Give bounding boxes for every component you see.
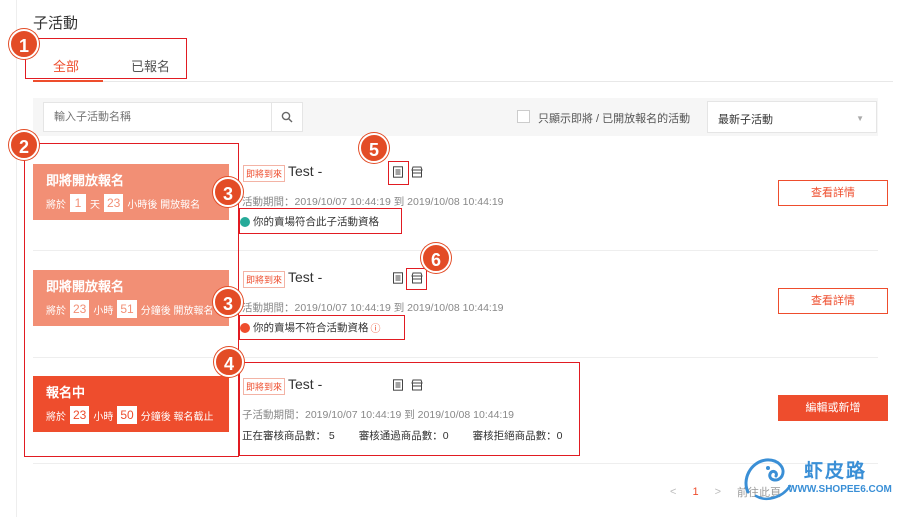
annotation-badge: 1 xyxy=(9,29,39,59)
annotation-badge: 6 xyxy=(421,243,451,273)
activity-name: Test - xyxy=(288,269,323,285)
sort-select-value: 最新子活動 xyxy=(718,114,773,126)
activity-period: 活動期間：2019/10/07 10:44:19 到 2019/10/08 10… xyxy=(242,196,504,208)
watermark-title: 虾皮路 xyxy=(804,461,868,482)
annotation-box xyxy=(388,161,409,185)
annotation-box xyxy=(239,362,580,456)
upcoming-only-checkbox[interactable] xyxy=(517,110,530,123)
dragon-logo-icon xyxy=(744,458,792,500)
upcoming-tag: 即將到來 xyxy=(243,165,286,182)
edit-or-add-button[interactable]: 編輯或新增 xyxy=(778,395,888,421)
annotation-badge: 5 xyxy=(359,133,389,163)
prev-page-button[interactable]: < xyxy=(670,486,676,498)
active-tab-indicator xyxy=(33,80,103,82)
annotation-box xyxy=(239,208,402,234)
document-icon[interactable] xyxy=(392,272,404,284)
sort-select[interactable]: 最新子活動 ▼ xyxy=(707,101,877,133)
watermark-url: WWW.SHOPEE6.COM xyxy=(788,484,892,495)
annotation-badge: 3 xyxy=(213,287,243,317)
search-input[interactable] xyxy=(43,102,273,132)
search-icon xyxy=(281,111,293,123)
view-details-button[interactable]: 查看詳情 xyxy=(778,288,888,314)
filter-bar: 只顯示即將 / 已開放報名的活動 最新子活動 ▼ xyxy=(33,98,878,136)
annotation-badge: 2 xyxy=(9,130,39,160)
upcoming-only-label: 只顯示即將 / 已開放報名的活動 xyxy=(538,113,691,125)
upcoming-tag: 即將到來 xyxy=(243,271,286,288)
annotation-box xyxy=(239,315,405,340)
page-number[interactable]: 1 xyxy=(692,486,698,498)
shop-icon[interactable] xyxy=(411,166,423,178)
watermark: 虾皮路 WWW.SHOPEE6.COM xyxy=(738,452,893,508)
chevron-down-icon: ▼ xyxy=(856,114,864,123)
activity-name: Test - xyxy=(288,163,323,179)
annotation-box xyxy=(24,143,239,457)
annotation-badge: 3 xyxy=(213,177,243,207)
page-title: 子活動 xyxy=(33,15,79,32)
search-button[interactable] xyxy=(271,102,303,132)
annotation-box xyxy=(406,268,427,290)
next-page-button[interactable]: > xyxy=(715,486,721,498)
annotation-box xyxy=(25,38,187,79)
activity-period: 活動期間：2019/10/07 10:44:19 到 2019/10/08 10… xyxy=(242,302,504,314)
annotation-badge: 4 xyxy=(214,347,244,377)
view-details-button[interactable]: 查看詳情 xyxy=(778,180,888,206)
